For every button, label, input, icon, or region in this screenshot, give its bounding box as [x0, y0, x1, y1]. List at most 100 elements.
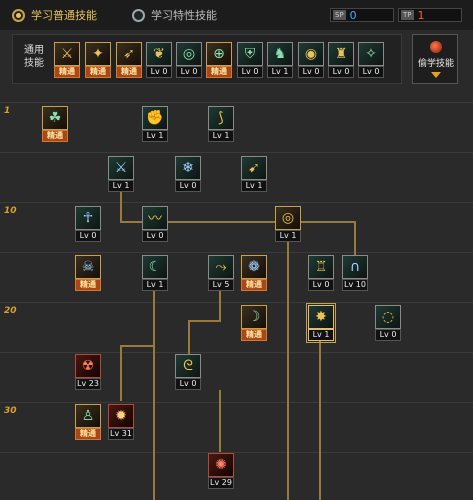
common-skill-target[interactable]: ◎ Lv 0 [176, 42, 202, 78]
tree-connector [120, 192, 122, 222]
wind-slash-icon: ☘ [42, 106, 68, 130]
backstep-icon: ➶ [116, 42, 142, 66]
explosion-icon: ✹ [108, 404, 134, 428]
skill-level: Lv 1 [142, 279, 168, 291]
tp-points: TP 1 [398, 8, 462, 22]
ankh-icon: ☥ [75, 206, 101, 230]
skill-rising-kick[interactable]: ➹ Lv 1 [241, 156, 267, 192]
tab-trait-skills[interactable]: 学习特性技能 [132, 4, 217, 26]
skill-green-slash[interactable]: ☾ Lv 1 [142, 255, 168, 291]
skill-level: Lv 0 [175, 180, 201, 192]
skill-flame-fist[interactable]: ✊ Lv 1 [142, 106, 168, 142]
dropdown-arrow-icon [431, 72, 441, 78]
armor-icon: ⛨ [237, 42, 263, 66]
sp-tag: SP [333, 10, 346, 20]
skill-spiral[interactable]: ◌ Lv 0 [375, 305, 401, 341]
common-skill-quick-rebound[interactable]: ⚔ 精通 [54, 42, 80, 78]
common-skill-strength[interactable]: ♜ Lv 0 [328, 42, 354, 78]
green-slash-icon: ☾ [142, 255, 168, 279]
skill-vortex[interactable]: ◎ Lv 1 [275, 206, 301, 242]
common-skill-backstep[interactable]: ➶ 精通 [116, 42, 142, 78]
tree-connector [120, 345, 155, 347]
skill-level: 精通 [241, 279, 267, 291]
common-skill-wings[interactable]: ❦ Lv 0 [146, 42, 172, 78]
tree-connector [188, 320, 190, 354]
wind-blade-icon: 〰 [142, 206, 168, 230]
row-divider [0, 202, 473, 203]
skill-awakened[interactable]: ♙ 精通 [75, 404, 101, 440]
common-skill-runner[interactable]: ♞ Lv 1 [267, 42, 293, 78]
skill-level: Lv 0 [175, 378, 201, 390]
row-divider [0, 402, 473, 403]
common-skill-leap[interactable]: ✦ 精通 [85, 42, 111, 78]
target-icon: ◎ [176, 42, 202, 66]
sword-icon: ⚔ [108, 156, 134, 180]
rising-kick-icon: ➹ [241, 156, 267, 180]
radio-selected-icon [12, 8, 25, 22]
skill-fire-demon[interactable]: ☢ Lv 23 [75, 354, 101, 390]
quick-rebound-icon: ⚔ [54, 42, 80, 66]
tab-normal-skills[interactable]: 学习普通技能 [12, 4, 97, 26]
skill-level: Lv 5 [208, 279, 234, 291]
skill-level: Lv 31 [108, 428, 134, 440]
skill-level: Lv 0 [176, 66, 202, 78]
skill-ice-dash[interactable]: ❄ Lv 0 [175, 156, 201, 192]
skill-level: 精通 [116, 66, 142, 78]
skill-wind-blade[interactable]: 〰 Lv 0 [142, 206, 168, 242]
crosshair-icon: ⊕ [206, 42, 232, 66]
skill-level: Lv 0 [298, 66, 324, 78]
skill-sword[interactable]: ⚔ Lv 1 [108, 156, 134, 192]
skill-whirl[interactable]: ❁ 精通 [241, 255, 267, 291]
skill-crescent[interactable]: ☽ 精通 [241, 305, 267, 341]
common-skill-crosshair[interactable]: ⊕ 精通 [206, 42, 232, 78]
awakened-icon: ♙ [75, 404, 101, 428]
skill-wind-slash[interactable]: ☘ 精通 [42, 106, 68, 142]
tab-label: 学习特性技能 [151, 9, 217, 22]
skill-explosion[interactable]: ✹ Lv 31 [108, 404, 134, 440]
skill-level: Lv 1 [241, 180, 267, 192]
burst-icon: ✸ [308, 305, 334, 329]
common-skill-eye[interactable]: ◉ Lv 0 [298, 42, 324, 78]
runner-icon: ♞ [267, 42, 293, 66]
skill-level: Lv 23 [75, 378, 101, 390]
row-level-label: 10 [4, 206, 17, 216]
claw-icon: ⟆ [208, 106, 234, 130]
tp-value: 1 [417, 8, 425, 22]
tp-tag: TP [401, 10, 414, 20]
row-divider [0, 152, 473, 153]
tree-connector [319, 340, 321, 500]
crescent-icon: ☽ [241, 305, 267, 329]
tree-connector [188, 320, 221, 322]
skill-level: 精通 [75, 279, 101, 291]
ice-dash-icon: ❄ [175, 156, 201, 180]
steal-skills-label: 偷学技能 [417, 59, 454, 69]
strength-icon: ♜ [328, 42, 354, 66]
fire-demon-icon: ☢ [75, 354, 101, 378]
common-skill-armor[interactable]: ⛨ Lv 0 [237, 42, 263, 78]
steal-skills-button[interactable]: 偷学技能 [412, 34, 458, 84]
tab-label: 学习普通技能 [31, 9, 97, 22]
row-level-label: 30 [4, 406, 17, 416]
tree-connector [153, 288, 155, 500]
skill-inferno[interactable]: ✺ Lv 29 [208, 453, 234, 489]
skill-claw[interactable]: ⟆ Lv 1 [208, 106, 234, 142]
skill-level: Lv 1 [308, 329, 334, 341]
wings-icon: ❦ [146, 42, 172, 66]
row-level-label: 20 [4, 306, 17, 316]
skill-level: Lv 1 [108, 180, 134, 192]
sp-points: SP 0 [330, 8, 394, 22]
eye-icon: ◉ [298, 42, 324, 66]
skill-golden-swipe[interactable]: ⤳ Lv 5 [208, 255, 234, 291]
skill-arc-wave[interactable]: ∩ Lv 10 [342, 255, 368, 291]
tree-connector [219, 288, 221, 322]
skill-level: Lv 10 [342, 279, 368, 291]
skill-demon-mask[interactable]: ☠ 精通 [75, 255, 101, 291]
skill-level: Lv 0 [237, 66, 263, 78]
row-divider [0, 352, 473, 353]
skill-level: Lv 0 [142, 230, 168, 242]
skill-burst[interactable]: ✸ Lv 1 [306, 303, 336, 343]
skill-tower[interactable]: ♖ Lv 0 [308, 255, 334, 291]
skill-fire-tornado[interactable]: ᘓ Lv 0 [175, 354, 201, 390]
common-skill-kick[interactable]: ✧ Lv 0 [358, 42, 384, 78]
skill-ankh[interactable]: ☥ Lv 0 [75, 206, 101, 242]
